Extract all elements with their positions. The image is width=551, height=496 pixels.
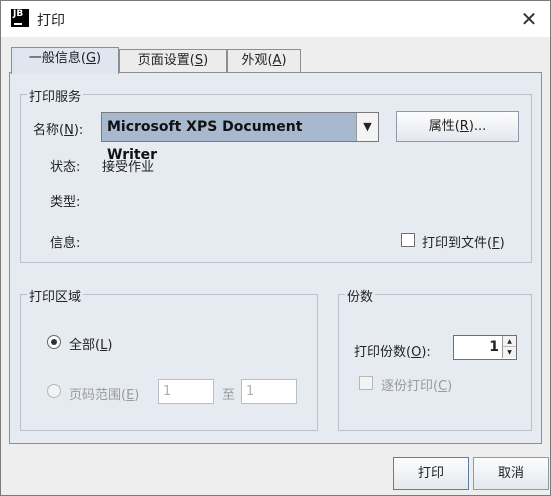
copies-title: 份数 <box>345 286 376 305</box>
print-range-group: 打印区域 <box>20 286 318 431</box>
copies-count-label: 打印份数(O): <box>354 345 431 360</box>
printer-select[interactable]: Microsoft XPS Document Writer ▼ <box>101 112 379 163</box>
status-value: 接受作业 <box>102 160 155 175</box>
app-logo-text: JB <box>13 9 24 19</box>
tab-page-setup[interactable]: 页面设置(S) <box>119 49 227 73</box>
range-to-label: 至 <box>222 388 236 403</box>
status-label: 状态: <box>50 160 81 175</box>
range-pages-label[interactable]: 页码范围(E) <box>69 384 139 403</box>
print-service-title: 打印服务 <box>27 86 84 105</box>
range-all-label[interactable]: 全部(L) <box>69 334 112 353</box>
title-bar: JB 打印 ✕ <box>1 1 550 37</box>
print-to-file-checkbox[interactable] <box>401 233 415 247</box>
properties-button[interactable]: 属性(R)... <box>396 111 519 142</box>
type-label: 类型: <box>50 195 81 210</box>
range-all-radio[interactable] <box>47 335 61 349</box>
collate-label[interactable]: 逐份打印(C) <box>381 375 452 394</box>
cancel-button[interactable]: 取消 <box>473 457 549 490</box>
close-icon[interactable]: ✕ <box>514 5 544 33</box>
copies-value[interactable]: 1 <box>454 336 503 359</box>
print-button[interactable]: 打印 <box>393 457 469 490</box>
range-from-input[interactable]: 1 <box>158 379 214 404</box>
app-logo-icon: JB <box>11 9 29 27</box>
spin-down-icon[interactable]: ▼ <box>502 347 516 358</box>
printer-select-value: Microsoft XPS Document Writer <box>102 113 356 163</box>
tab-appearance[interactable]: 外观(A) <box>227 49 301 73</box>
copies-spinner[interactable]: 1 ▲ ▼ <box>453 335 517 360</box>
print-range-title: 打印区域 <box>27 286 84 305</box>
info-label: 信息: <box>50 236 81 251</box>
printer-name-label: 名称(N): <box>33 123 84 138</box>
tab-general[interactable]: 一般信息(G) <box>11 47 119 74</box>
range-to-input[interactable]: 1 <box>241 379 297 404</box>
print-to-file-label[interactable]: 打印到文件(F) <box>422 232 505 251</box>
collate-checkbox[interactable] <box>359 376 373 390</box>
spin-up-icon[interactable]: ▲ <box>502 336 516 347</box>
range-pages-radio[interactable] <box>47 384 61 398</box>
print-dialog: JB 打印 ✕ 一般信息(G) 页面设置(S) 外观(A) 打印服务 名称(N)… <box>0 0 551 496</box>
chevron-down-icon[interactable]: ▼ <box>356 113 378 141</box>
copies-group: 份数 <box>338 286 532 431</box>
window-title: 打印 <box>37 13 65 29</box>
